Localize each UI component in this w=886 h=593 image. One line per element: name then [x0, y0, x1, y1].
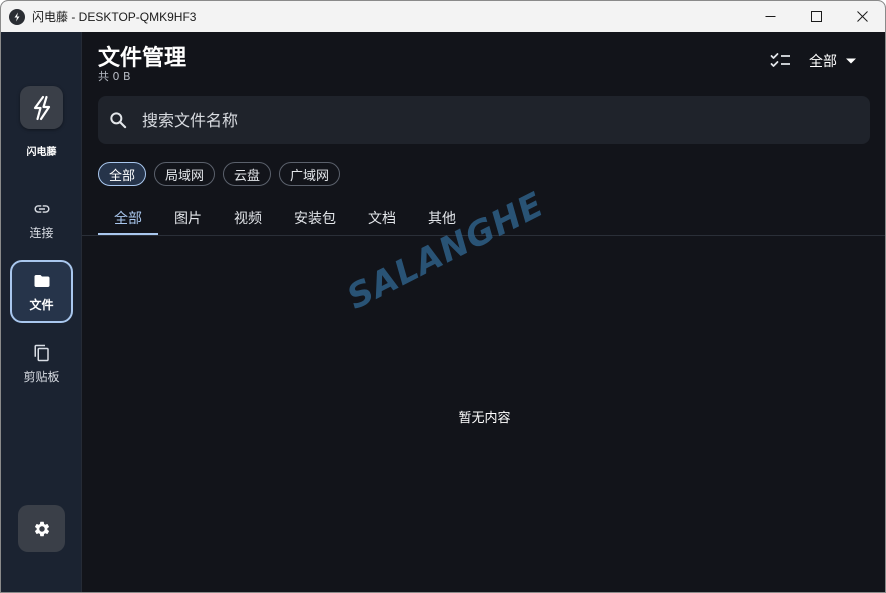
- source-filter-value: 全部: [809, 54, 837, 70]
- tab-all[interactable]: 全部: [98, 202, 158, 235]
- chip-wan[interactable]: 广域网: [279, 162, 341, 186]
- gear-icon: [34, 521, 49, 536]
- source-filter-dropdown[interactable]: 全部: [809, 51, 857, 71]
- storage-summary: 共 0 B: [98, 70, 131, 83]
- sidebar-item-label: 连接: [29, 225, 54, 240]
- sidebar-item-connect[interactable]: 连接: [10, 188, 73, 251]
- checklist-icon: [770, 53, 790, 67]
- title-bar[interactable]: 闪电藤 - DESKTOP-QMK9HF3: [1, 1, 885, 32]
- link-icon: [32, 199, 52, 219]
- sidebar-item-files[interactable]: 文件: [10, 260, 73, 323]
- window-title: 闪电藤 - DESKTOP-QMK9HF3: [32, 10, 197, 24]
- file-type-tabs: 全部 图片 视频 安装包 文档 其他: [98, 202, 472, 235]
- multi-select-button[interactable]: [769, 50, 793, 72]
- tab-videos[interactable]: 视频: [218, 202, 278, 235]
- caret-down-icon: [846, 58, 856, 64]
- main-panel: 文件管理 共 0 B 全部 全部 局域网 云盘 广域网: [82, 32, 885, 592]
- chip-cloud[interactable]: 云盘: [223, 162, 272, 186]
- settings-button[interactable]: [18, 505, 65, 552]
- empty-state-text: 暂无内容: [458, 411, 511, 426]
- sidebar: 闪电藤 连接 文件 剪贴板: [1, 32, 82, 592]
- close-button[interactable]: [839, 1, 885, 32]
- app-logo-icon: [9, 8, 25, 25]
- minimize-button[interactable]: [747, 1, 793, 32]
- sidebar-item-clipboard[interactable]: 剪贴板: [10, 332, 73, 395]
- minimize-icon: [765, 16, 775, 17]
- folder-icon: [32, 271, 52, 291]
- app-name: 闪电藤: [26, 147, 57, 158]
- maximize-button[interactable]: [793, 1, 839, 32]
- tab-packages[interactable]: 安装包: [278, 202, 352, 235]
- search-bar[interactable]: [98, 96, 870, 144]
- app-window: 闪电藤 - DESKTOP-QMK9HF3 闪电藤 连接 文件 剪贴板 文件管理…: [0, 0, 886, 593]
- search-input[interactable]: [142, 110, 842, 130]
- sidebar-item-label: 剪贴板: [23, 369, 60, 384]
- lightning-logo-icon: [33, 95, 50, 120]
- source-chip-group: 全部 局域网 云盘 广域网: [98, 162, 341, 186]
- app-logo: [20, 86, 63, 129]
- search-icon: [110, 112, 127, 129]
- chip-lan[interactable]: 局域网: [154, 162, 216, 186]
- clipboard-copy-icon: [32, 343, 52, 363]
- close-icon: [856, 11, 868, 22]
- tab-documents[interactable]: 文档: [352, 202, 412, 235]
- tab-images[interactable]: 图片: [158, 202, 218, 235]
- sidebar-item-label: 文件: [29, 297, 54, 312]
- window-controls: [747, 1, 885, 32]
- maximize-icon: [810, 11, 822, 22]
- chip-all[interactable]: 全部: [98, 162, 147, 186]
